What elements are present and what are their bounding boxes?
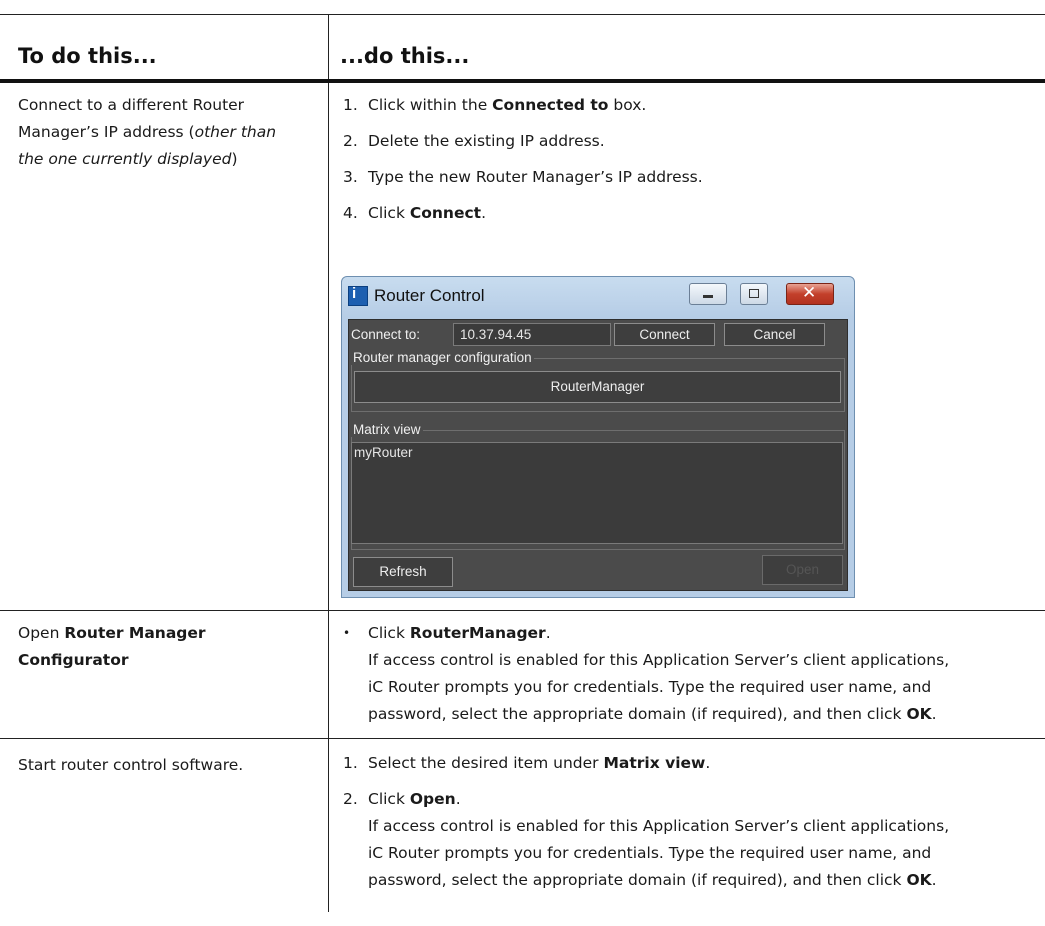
- list-item[interactable]: myRouter: [352, 443, 842, 462]
- config-group-label: Router manager configuration: [351, 350, 534, 365]
- close-button[interactable]: ✕: [786, 283, 834, 305]
- step-number: 1.: [343, 754, 358, 772]
- step-item: 2. Click Open.: [343, 786, 1033, 813]
- step-text: Click: [368, 624, 410, 642]
- row2-steps: • Click RouterManager. If access control…: [343, 620, 1033, 728]
- step-bold: Connect: [409, 204, 482, 222]
- step-text: Select the desired item under: [368, 754, 604, 772]
- step-text-end: .: [455, 790, 461, 808]
- step-item: 3. Type the new Router Manager’s IP addre…: [343, 164, 1033, 191]
- row1-task-italic1: other than: [194, 123, 277, 141]
- para-line: If access control is enabled for this Ap…: [368, 817, 950, 835]
- step-number: 2.: [343, 132, 358, 150]
- step-number: 2.: [343, 790, 358, 808]
- step-text-end: .: [545, 624, 551, 642]
- para-bold: OK: [906, 705, 932, 723]
- matrix-list[interactable]: myRouter: [351, 442, 843, 544]
- step-text: Click: [368, 790, 410, 808]
- row-divider-2: [0, 738, 1045, 739]
- row2-task-bold1: Router Manager: [64, 624, 206, 642]
- close-icon: ✕: [802, 283, 817, 303]
- para-line: iC Router prompts you for credentials. T…: [368, 678, 932, 696]
- para-line: password, select the appropriate domain …: [368, 871, 907, 889]
- header-rule: [0, 79, 1045, 83]
- bullet: •: [343, 626, 351, 640]
- step-item: 2. Delete the existing IP address.: [343, 128, 1033, 155]
- para-line: If access control is enabled for this Ap…: [368, 651, 950, 669]
- step-bold: Matrix view: [603, 754, 706, 772]
- dialog-title: Router Control: [374, 286, 485, 305]
- row2-paragraph: If access control is enabled for this Ap…: [343, 647, 1033, 728]
- app-icon: [348, 285, 368, 306]
- step-number: 3.: [343, 168, 358, 186]
- para-end: .: [931, 705, 937, 723]
- step-text-end: .: [705, 754, 711, 772]
- maximize-icon: [749, 289, 759, 298]
- header-right: ...do this...: [340, 44, 470, 68]
- step-text: Delete the existing IP address.: [368, 132, 605, 150]
- step-bold: Connected to: [492, 96, 609, 114]
- table-top-border: [0, 14, 1045, 15]
- row1-task: Connect to a different Router Manager’s …: [18, 92, 318, 173]
- matrix-group-label: Matrix view: [351, 422, 423, 437]
- step-text-end: box.: [608, 96, 647, 114]
- step-item: 4. Click Connect.: [343, 200, 1033, 227]
- row2-task: Open Router Manager Configurator: [18, 620, 318, 674]
- procedure-table: To do this... ...do this... Connect to a…: [0, 0, 1045, 926]
- step-text: Click: [368, 204, 410, 222]
- row-divider-1: [0, 610, 1045, 611]
- minimize-icon: [703, 295, 713, 298]
- step-bold: RouterManager: [409, 624, 546, 642]
- row3-paragraph: If access control is enabled for this Ap…: [343, 813, 1033, 894]
- para-line: password, select the appropriate domain …: [368, 705, 907, 723]
- row1-task-line2: Manager’s IP address (: [18, 123, 195, 141]
- para-line: iC Router prompts you for credentials. T…: [368, 844, 932, 862]
- para-end: .: [931, 871, 937, 889]
- row1-task-line3: ): [231, 150, 238, 168]
- step-bold: Open: [409, 790, 456, 808]
- maximize-button[interactable]: [740, 283, 768, 305]
- step-text: Click within the: [368, 96, 493, 114]
- step-number: 1.: [343, 96, 358, 114]
- open-button[interactable]: Open: [762, 555, 843, 585]
- row1-task-line1: Connect to a different Router: [18, 96, 245, 114]
- connect-to-label: Connect to:: [351, 327, 421, 342]
- column-divider: [328, 14, 329, 912]
- step-item: 1. Click within the Connected to box.: [343, 92, 1033, 119]
- refresh-button[interactable]: Refresh: [353, 557, 453, 587]
- router-manager-button[interactable]: RouterManager: [354, 371, 841, 403]
- connect-button[interactable]: Connect: [614, 323, 715, 346]
- row2-task-text: Open: [18, 624, 65, 642]
- row3-steps: 1. Select the desired item under Matrix v…: [343, 750, 1033, 894]
- row1-steps: 1. Click within the Connected to box. 2. D…: [343, 92, 1033, 236]
- para-bold: OK: [906, 871, 932, 889]
- cancel-button[interactable]: Cancel: [724, 323, 825, 346]
- router-control-dialog: Router Control ✕ Connect to: 10.37.94.45…: [341, 276, 855, 598]
- row3-task: Start router control software.: [18, 756, 244, 774]
- dialog-body: Connect to: 10.37.94.45 Connect Cancel R…: [348, 319, 848, 591]
- minimize-button[interactable]: [689, 283, 727, 305]
- step-text: Type the new Router Manager’s IP address…: [368, 168, 703, 186]
- header-left: To do this...: [18, 44, 157, 68]
- step-item: 1. Select the desired item under Matrix v…: [343, 750, 1033, 777]
- ip-address-field[interactable]: 10.37.94.45: [453, 323, 611, 346]
- row2-task-bold2: Configurator: [18, 651, 129, 669]
- step-text-end: .: [481, 204, 487, 222]
- row1-task-italic2: the one currently displayed: [18, 150, 232, 168]
- step-number: 4.: [343, 204, 358, 222]
